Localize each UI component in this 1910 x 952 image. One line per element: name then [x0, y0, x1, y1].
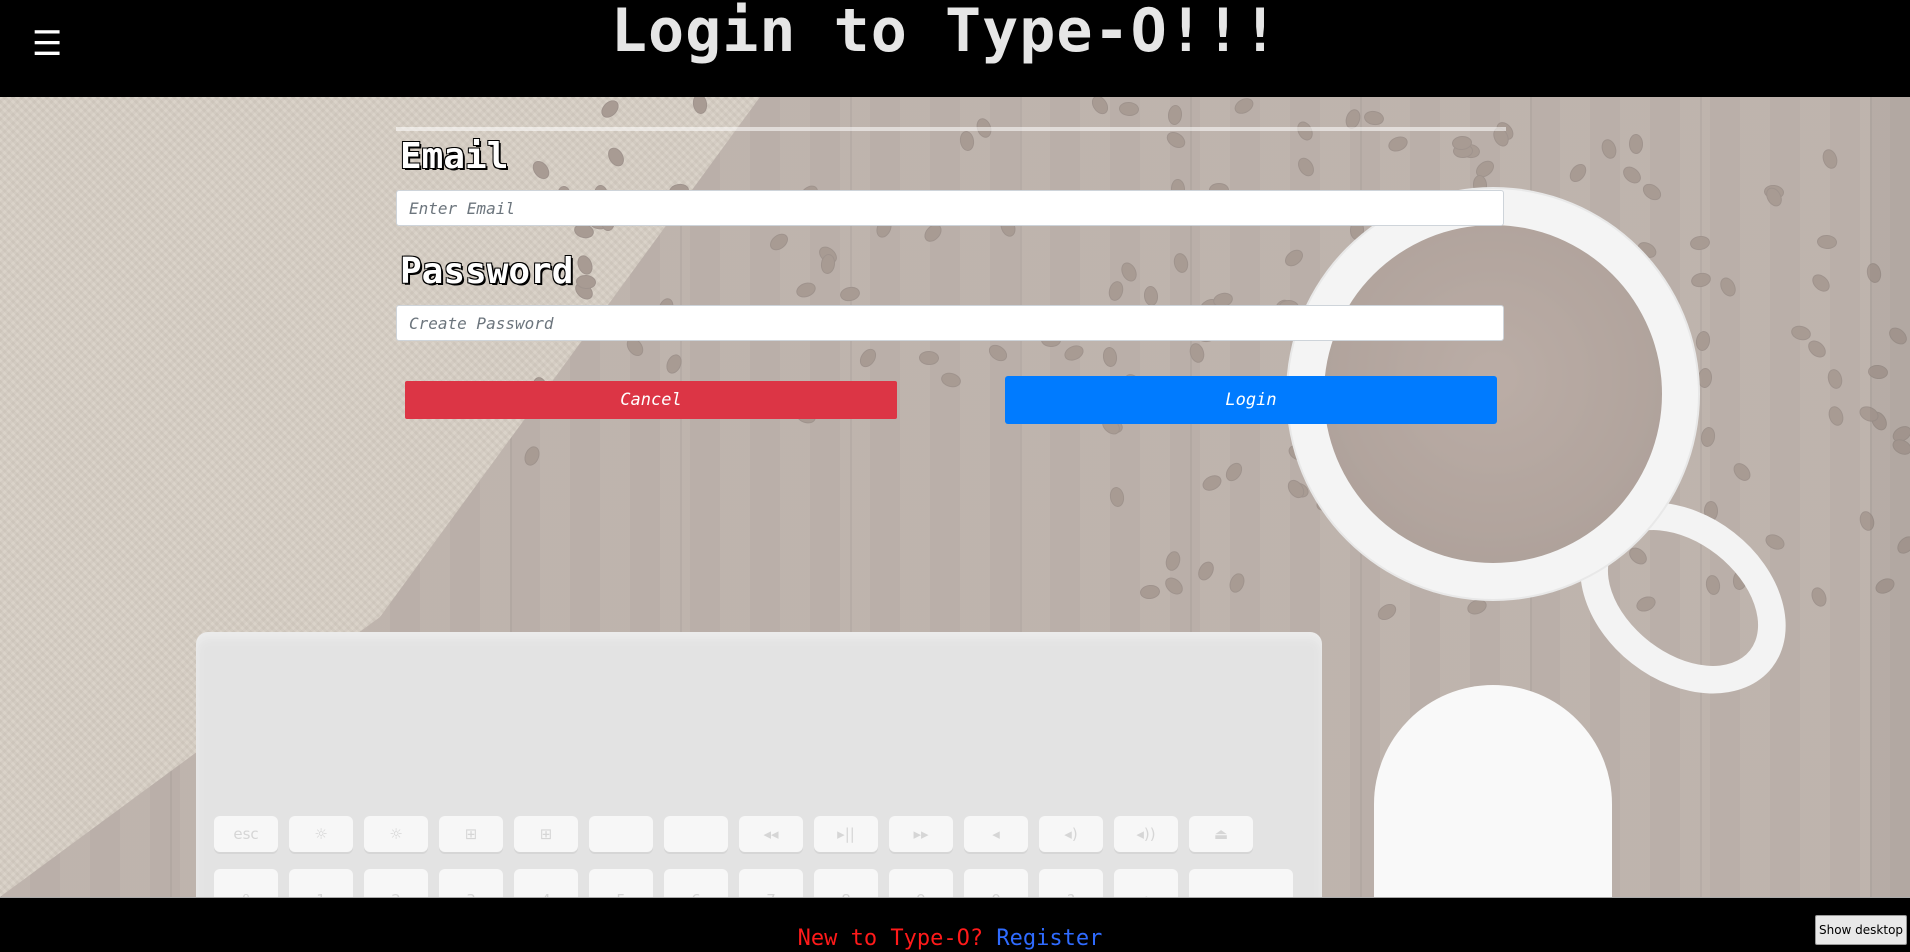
register-link[interactable]: Register — [996, 926, 1102, 951]
password-field[interactable] — [396, 305, 1504, 341]
header-bar: ☰ Login to Type-O!!! — [0, 0, 1910, 97]
register-question: New to Type-O? — [797, 926, 984, 951]
show-desktop-button[interactable]: Show desktop — [1815, 915, 1907, 945]
register-prompt: New to Type-O? Register — [0, 926, 1900, 952]
form-divider — [396, 127, 1506, 131]
email-label: Email — [400, 136, 509, 177]
page-title: Login to Type-O!!! — [610, 0, 1280, 66]
login-button[interactable]: Login — [1005, 376, 1497, 424]
email-field[interactable] — [396, 190, 1504, 226]
password-label: Password — [400, 251, 574, 292]
background-edge — [1870, 97, 1910, 897]
cancel-button[interactable]: Cancel — [405, 381, 897, 419]
footer-bar: New to Type-O? Register — [0, 897, 1910, 952]
